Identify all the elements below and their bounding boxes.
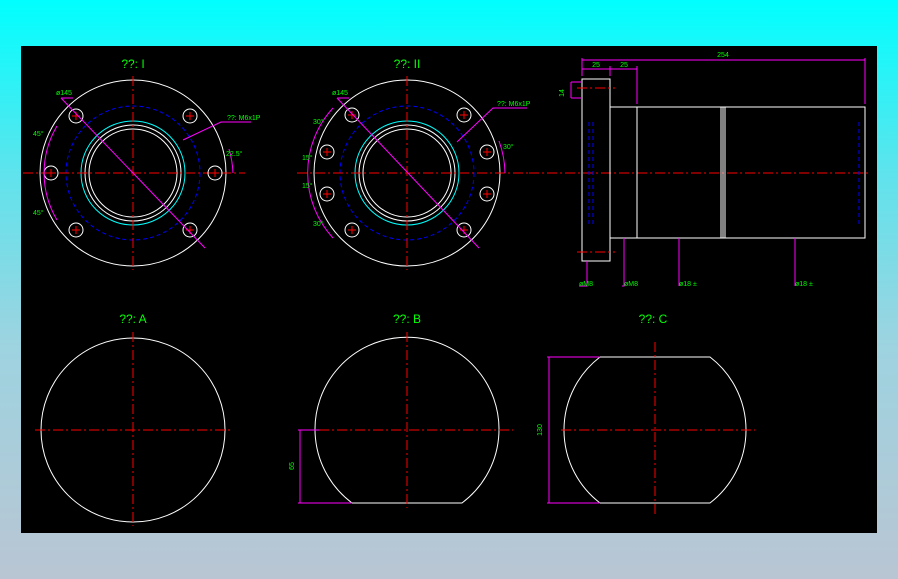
view-a-title: ??: A bbox=[119, 312, 146, 326]
dim-25a-label: 25 bbox=[592, 62, 600, 69]
thread-leader bbox=[456, 107, 527, 143]
view-a: ??: A bbox=[35, 312, 233, 526]
cad-drawing-area[interactable]: .ol { stroke: #ffffff; fill: none; strok… bbox=[21, 46, 877, 533]
angle-label-bottom: 45° bbox=[33, 209, 44, 217]
flange-profile bbox=[581, 78, 611, 262]
view-c: ??: C 130 bbox=[537, 312, 755, 514]
dim-25b-label: 25 bbox=[620, 62, 628, 69]
height-dim-label: 65 bbox=[289, 462, 296, 470]
angle-label-30-top: 30° bbox=[313, 118, 324, 126]
diameter-label: ø145 bbox=[56, 90, 72, 97]
angle-label-15-upper: 15° bbox=[302, 154, 313, 162]
angle-label-30-right: 30° bbox=[503, 143, 514, 151]
dim-14-label: 14 bbox=[559, 89, 566, 97]
thread-label: ??: M6x1P bbox=[497, 101, 531, 108]
view-1-title: ??: I bbox=[121, 57, 144, 71]
view-2-title: ??: II bbox=[394, 57, 421, 71]
view-b-title: ??: B bbox=[393, 312, 421, 326]
leader-d4-label: ø18 ± bbox=[795, 281, 813, 288]
total-length-label: 254 bbox=[717, 52, 729, 59]
angle-label-15-lower: 15° bbox=[302, 182, 313, 190]
thread-leader bbox=[182, 121, 251, 141]
view-b: ??: B 65 bbox=[289, 312, 513, 508]
angle-label-top: 45° bbox=[33, 130, 44, 138]
view-c-title: ??: C bbox=[639, 312, 668, 326]
thread-label: ??: M6x1P bbox=[227, 115, 261, 122]
height-extension-lines bbox=[298, 429, 352, 504]
angle-label-30-bottom: 30° bbox=[313, 220, 324, 228]
leader-d3-label: ø18 ± bbox=[679, 281, 697, 288]
leader-d2 bbox=[622, 238, 625, 287]
cad-drawing: .ol { stroke: #ffffff; fill: none; strok… bbox=[23, 52, 871, 526]
angle-label-right: 22.5° bbox=[226, 150, 243, 158]
dim-14-line bbox=[570, 81, 582, 99]
leader-d1-label: øM8 bbox=[579, 281, 593, 288]
side-view: 254 25 25 14 øM8 øM8 ø18 ± ø18 ± bbox=[529, 52, 871, 288]
width-dim-label: 130 bbox=[537, 424, 544, 436]
leader-d2-label: øM8 bbox=[624, 281, 638, 288]
view-2-flange: ??: II ø145 ??: M6x1P 30° 15° 15° 30° 30… bbox=[297, 57, 531, 270]
diameter-label: ø145 bbox=[332, 90, 348, 97]
view-1-flange: ??: I ø145 ??: M6x1P 45° 45° 22.5° bbox=[23, 57, 261, 270]
